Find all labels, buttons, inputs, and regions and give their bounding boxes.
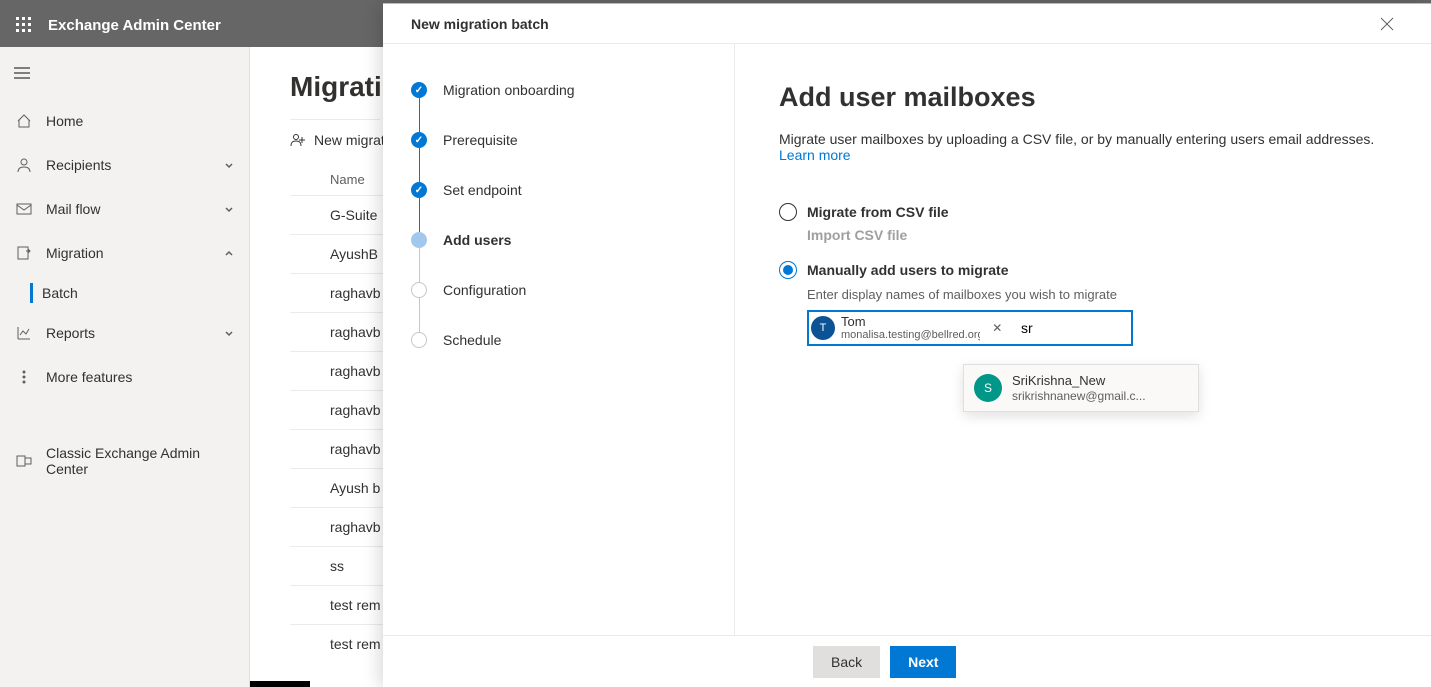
avatar: S <box>974 374 1002 402</box>
radio-label: Manually add users to migrate <box>807 262 1009 278</box>
radio-manual-add[interactable]: Manually add users to migrate <box>779 261 1387 279</box>
classic-icon <box>14 451 34 471</box>
step-prerequisite[interactable]: Prerequisite <box>411 132 706 182</box>
sidebar-item-reports[interactable]: Reports <box>0 311 249 355</box>
step-set-endpoint[interactable]: Set endpoint <box>411 182 706 232</box>
mailbox-picker[interactable]: T Tom monalisa.testing@bellred.org ✕ <box>807 310 1133 346</box>
step-add-users[interactable]: Add users <box>411 232 706 282</box>
panel-heading: Add user mailboxes <box>779 82 1387 113</box>
chevron-up-icon <box>223 247 235 259</box>
sidebar-item-batch[interactable]: Batch <box>0 275 249 311</box>
more-icon <box>14 367 34 387</box>
home-icon <box>14 111 34 131</box>
autocomplete-item[interactable]: S SriKrishna_New srikrishnanew@gmail.c..… <box>964 365 1198 411</box>
mail-icon <box>14 199 34 219</box>
step-configuration: Configuration <box>411 282 706 332</box>
sidebar-item-label: Home <box>46 113 235 129</box>
app-launcher-icon[interactable] <box>8 9 40 41</box>
remove-chip-icon[interactable]: ✕ <box>988 318 1007 338</box>
sidebar-item-label: Migration <box>46 245 223 261</box>
avatar: T <box>811 316 835 340</box>
sidebar-item-label: More features <box>46 369 235 385</box>
radio-icon <box>779 261 797 279</box>
back-button[interactable]: Back <box>813 646 880 678</box>
migration-panel: New migration batch Migration onboarding… <box>383 3 1431 687</box>
radio-icon <box>779 203 797 221</box>
bottom-stripe <box>250 681 310 687</box>
sidebar-item-label: Batch <box>42 285 78 301</box>
migration-icon <box>14 243 34 263</box>
learn-more-link[interactable]: Learn more <box>779 147 851 163</box>
panel-title: New migration batch <box>411 16 549 32</box>
sidebar-item-recipients[interactable]: Recipients <box>0 143 249 187</box>
sidebar-item-migration[interactable]: Migration <box>0 231 249 275</box>
panel-description: Migrate user mailboxes by uploading a CS… <box>779 131 1387 163</box>
sidebar-item-classic[interactable]: Classic Exchange Admin Center <box>0 439 249 483</box>
sidebar-item-label: Mail flow <box>46 201 223 217</box>
recipients-icon <box>14 155 34 175</box>
sidebar-item-label: Classic Exchange Admin Center <box>46 445 235 477</box>
manual-hint: Enter display names of mailboxes you wis… <box>807 287 1387 302</box>
radio-label: Migrate from CSV file <box>807 204 949 220</box>
autocomplete-dropdown: S SriKrishna_New srikrishnanew@gmail.c..… <box>963 364 1199 412</box>
mailbox-search-input[interactable] <box>1015 320 1129 336</box>
radio-migrate-csv[interactable]: Migrate from CSV file <box>779 203 1387 221</box>
sidebar-item-home[interactable]: Home <box>0 99 249 143</box>
step-onboarding[interactable]: Migration onboarding <box>411 82 706 132</box>
chip-email: monalisa.testing@bellred.org <box>841 329 980 341</box>
chevron-down-icon <box>223 203 235 215</box>
next-button[interactable]: Next <box>890 646 956 678</box>
selected-user-chip: T Tom monalisa.testing@bellred.org ✕ <box>811 314 1011 342</box>
column-name: Name <box>330 172 365 187</box>
close-icon[interactable] <box>1371 8 1403 40</box>
hamburger-icon[interactable] <box>0 51 44 95</box>
toolbar-label: New migrat <box>314 132 385 148</box>
suggestion-name: SriKrishna_New <box>1012 373 1146 389</box>
chip-name: Tom <box>841 315 980 329</box>
sidebar-item-label: Recipients <box>46 157 223 173</box>
chevron-down-icon <box>223 327 235 339</box>
chevron-down-icon <box>223 159 235 171</box>
sidebar-item-more-features[interactable]: More features <box>0 355 249 399</box>
sidebar-item-mailflow[interactable]: Mail flow <box>0 187 249 231</box>
sidebar-item-label: Reports <box>46 325 223 341</box>
import-csv-button: Import CSV file <box>807 227 1387 243</box>
app-title: Exchange Admin Center <box>48 17 221 34</box>
suggestion-email: srikrishnanew@gmail.c... <box>1012 389 1146 403</box>
reports-icon <box>14 323 34 343</box>
sidebar: Home Recipients Mail flow Migration Batc… <box>0 47 250 687</box>
step-schedule: Schedule <box>411 332 706 348</box>
wizard-steps: Migration onboarding Prerequisite Set en… <box>383 44 735 635</box>
